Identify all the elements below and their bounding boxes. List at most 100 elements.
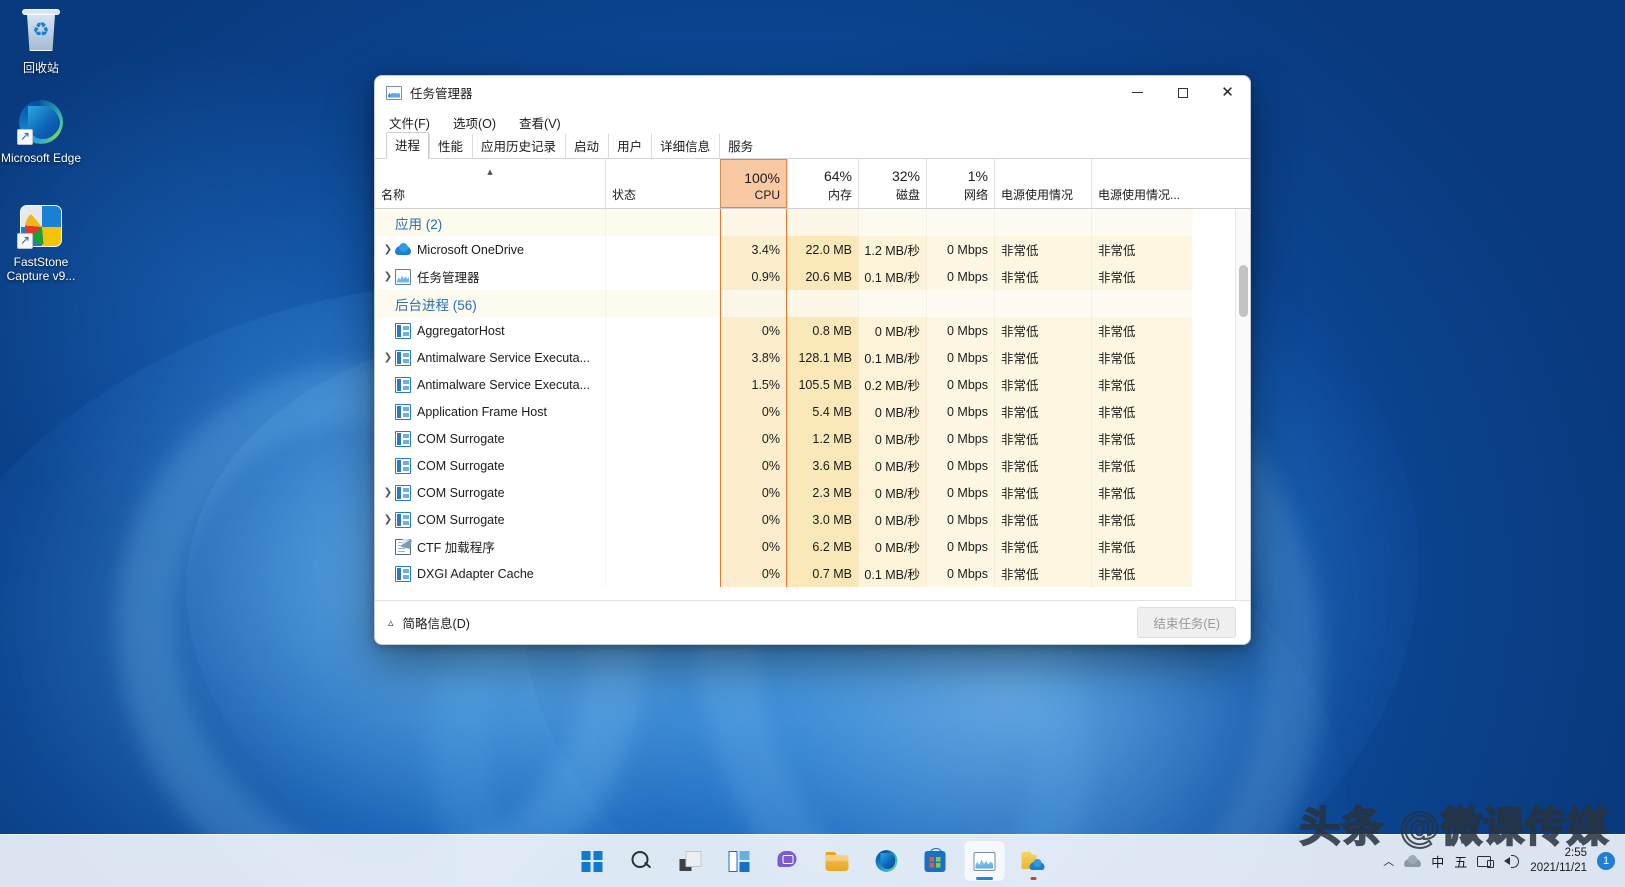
tab-strip[interactable]: 进程 性能 应用历史记录 启动 用户 详细信息 服务 [375,132,1250,159]
faststone-capture-icon: ↗ [17,202,65,250]
task-manager-window[interactable]: 任务管理器 ✕ 文件(F) 选项(O) 查看(V) 进程 性能 应用历史记录 启… [374,75,1251,645]
process-network: 0 Mbps [926,479,994,506]
table-row[interactable]: ❯ Antimalware Service Executa... 3.8% 128… [375,344,1250,371]
search-button[interactable] [621,841,661,881]
process-status [605,398,720,425]
column-header-label: 磁盘 [895,188,920,202]
store-button[interactable] [915,841,955,881]
process-status [605,344,720,371]
column-header-power-usage[interactable]: 电源使用情况 [994,159,1091,208]
column-header-label: 状态 [612,188,637,202]
process-name: 任务管理器 [417,271,480,285]
column-header-label: 名称 [381,188,406,202]
file-explorer-button[interactable] [817,841,857,881]
menu-bar[interactable]: 文件(F) 选项(O) 查看(V) [375,109,1250,135]
tab-users[interactable]: 用户 [608,133,651,159]
volume-icon[interactable] [1504,854,1520,868]
notification-badge[interactable]: 1 [1597,852,1615,870]
network-icon[interactable] [1477,855,1495,868]
clock[interactable]: 2:55 2021/11/21 [1530,846,1587,876]
table-row[interactable]: Antimalware Service Executa... 1.5% 105.… [375,371,1250,398]
menu-item-file[interactable]: 文件(F) [386,111,433,134]
process-table[interactable]: ▴ 名称 状态 100% CPU 64% 内存 32% 磁盘 1% 网络 电源使… [375,159,1250,600]
menu-item-view[interactable]: 查看(V) [516,111,564,134]
table-row[interactable]: CTF 加载程序 0% 6.2 MB 0 MB/秒 0 Mbps 非常低 非常低 [375,533,1250,560]
process-name: AggregatorHost [417,323,505,338]
taskbar[interactable]: ︿ 中 五 2:55 2021/11/21 1 [0,834,1625,887]
tab-details[interactable]: 详细信息 [651,133,719,159]
widgets-button[interactable] [719,841,759,881]
tab-app-history[interactable]: 应用历史记录 [472,133,565,159]
table-group-header[interactable]: 应用 (2) [375,209,1250,236]
desktop-icon-faststone-capture[interactable]: ↗ FastStone Capture v9... [0,202,82,283]
process-memory: 1.2 MB [787,425,858,452]
expand-chevron-icon[interactable]: ❯ [381,487,395,498]
maximize-icon [1177,87,1188,98]
expand-chevron-icon[interactable]: ❯ [381,352,395,363]
process-power-trend: 非常低 [1091,425,1192,452]
recycle-bin-icon: ♻ [17,8,65,56]
task-manager-icon [973,851,995,871]
process-network: 0 Mbps [926,560,994,587]
window-titlebar[interactable]: 任务管理器 ✕ [375,76,1250,109]
table-row[interactable]: ❯ COM Surrogate 0% 2.3 MB 0 MB/秒 0 Mbps 非… [375,479,1250,506]
task-view-button[interactable] [670,841,710,881]
ime-mode-indicator[interactable]: 中 [1431,852,1444,871]
table-row[interactable]: ❯ COM Surrogate 0% 3.0 MB 0 MB/秒 0 Mbps 非… [375,506,1250,533]
tab-startup[interactable]: 启动 [565,133,608,159]
column-header-network[interactable]: 1% 网络 [926,159,994,208]
system-tray[interactable]: ︿ 中 五 2:55 2021/11/21 1 [1383,846,1615,876]
table-row[interactable]: ❯ 任务管理器 0.9% 20.6 MB 0.1 MB/秒 0 Mbps 非常低… [375,263,1250,290]
table-group-header[interactable]: 后台进程 (56) [375,290,1250,317]
edge-button[interactable] [866,841,906,881]
onedrive-button[interactable] [1013,841,1053,881]
close-button[interactable]: ✕ [1205,76,1250,109]
column-header-name[interactable]: ▴ 名称 [375,159,605,208]
chat-button[interactable] [768,841,808,881]
status-bar[interactable]: ▵ 简略信息(D) 结束任务(E) [375,600,1250,644]
fewer-details-button[interactable]: ▵ 简略信息(D) [388,613,470,632]
column-header-power-usage-trend[interactable]: 电源使用情况... [1091,159,1192,208]
process-disk: 0 MB/秒 [858,452,926,479]
process-disk: 0 MB/秒 [858,506,926,533]
process-disk: 0 MB/秒 [858,317,926,344]
minimize-button[interactable] [1115,76,1160,109]
expand-chevron-icon[interactable]: ❯ [381,271,395,282]
process-name: COM Surrogate [417,485,505,500]
process-disk: 0 MB/秒 [858,398,926,425]
tab-services[interactable]: 服务 [719,133,762,159]
table-row[interactable]: ❯ Microsoft OneDrive 3.4% 22.0 MB 1.2 MB… [375,236,1250,263]
desktop-icon-microsoft-edge[interactable]: ↗ Microsoft Edge [0,98,82,165]
table-row[interactable]: COM Surrogate 0% 3.6 MB 0 MB/秒 0 Mbps 非常… [375,452,1250,479]
menu-item-options[interactable]: 选项(O) [450,111,499,134]
column-header-percent: 1% [967,168,988,184]
column-header-cpu[interactable]: 100% CPU [720,159,787,208]
column-header-disk[interactable]: 32% 磁盘 [858,159,926,208]
tab-processes[interactable]: 进程 [386,132,430,159]
task-manager-button[interactable] [964,841,1004,881]
desktop-icon-recycle-bin[interactable]: ♻ 回收站 [0,8,82,75]
start-button[interactable] [572,841,612,881]
ime-layout-indicator[interactable]: 五 [1454,852,1467,871]
process-power: 非常低 [994,317,1091,344]
table-row[interactable]: COM Surrogate 0% 1.2 MB 0 MB/秒 0 Mbps 非常… [375,425,1250,452]
vertical-scrollbar[interactable] [1235,209,1250,600]
tab-performance[interactable]: 性能 [429,133,472,159]
expand-chevron-icon[interactable]: ❯ [381,514,395,525]
maximize-button[interactable] [1160,76,1205,109]
table-row[interactable]: Application Frame Host 0% 5.4 MB 0 MB/秒 … [375,398,1250,425]
taskbar-center-group[interactable] [572,841,1053,881]
expand-chevron-icon[interactable]: ❯ [381,244,395,255]
table-row[interactable]: DXGI Adapter Cache 0% 0.7 MB 0.1 MB/秒 0 … [375,560,1250,587]
table-header-row[interactable]: ▴ 名称 状态 100% CPU 64% 内存 32% 磁盘 1% 网络 电源使… [375,159,1250,209]
column-header-status[interactable]: 状态 [605,159,720,208]
onedrive-tray-icon[interactable] [1404,855,1422,867]
scrollbar-thumb[interactable] [1239,265,1248,317]
table-row[interactable]: AggregatorHost 0% 0.8 MB 0 MB/秒 0 Mbps 非… [375,317,1250,344]
window-controls[interactable]: ✕ [1115,76,1250,109]
process-status [605,425,720,452]
table-body[interactable]: 应用 (2) ❯ Microsoft OneDrive 3.4% 22.0 MB [375,209,1250,600]
tray-overflow-button[interactable]: ︿ [1383,853,1394,869]
column-header-memory[interactable]: 64% 内存 [787,159,858,208]
end-task-button[interactable]: 结束任务(E) [1137,607,1236,638]
